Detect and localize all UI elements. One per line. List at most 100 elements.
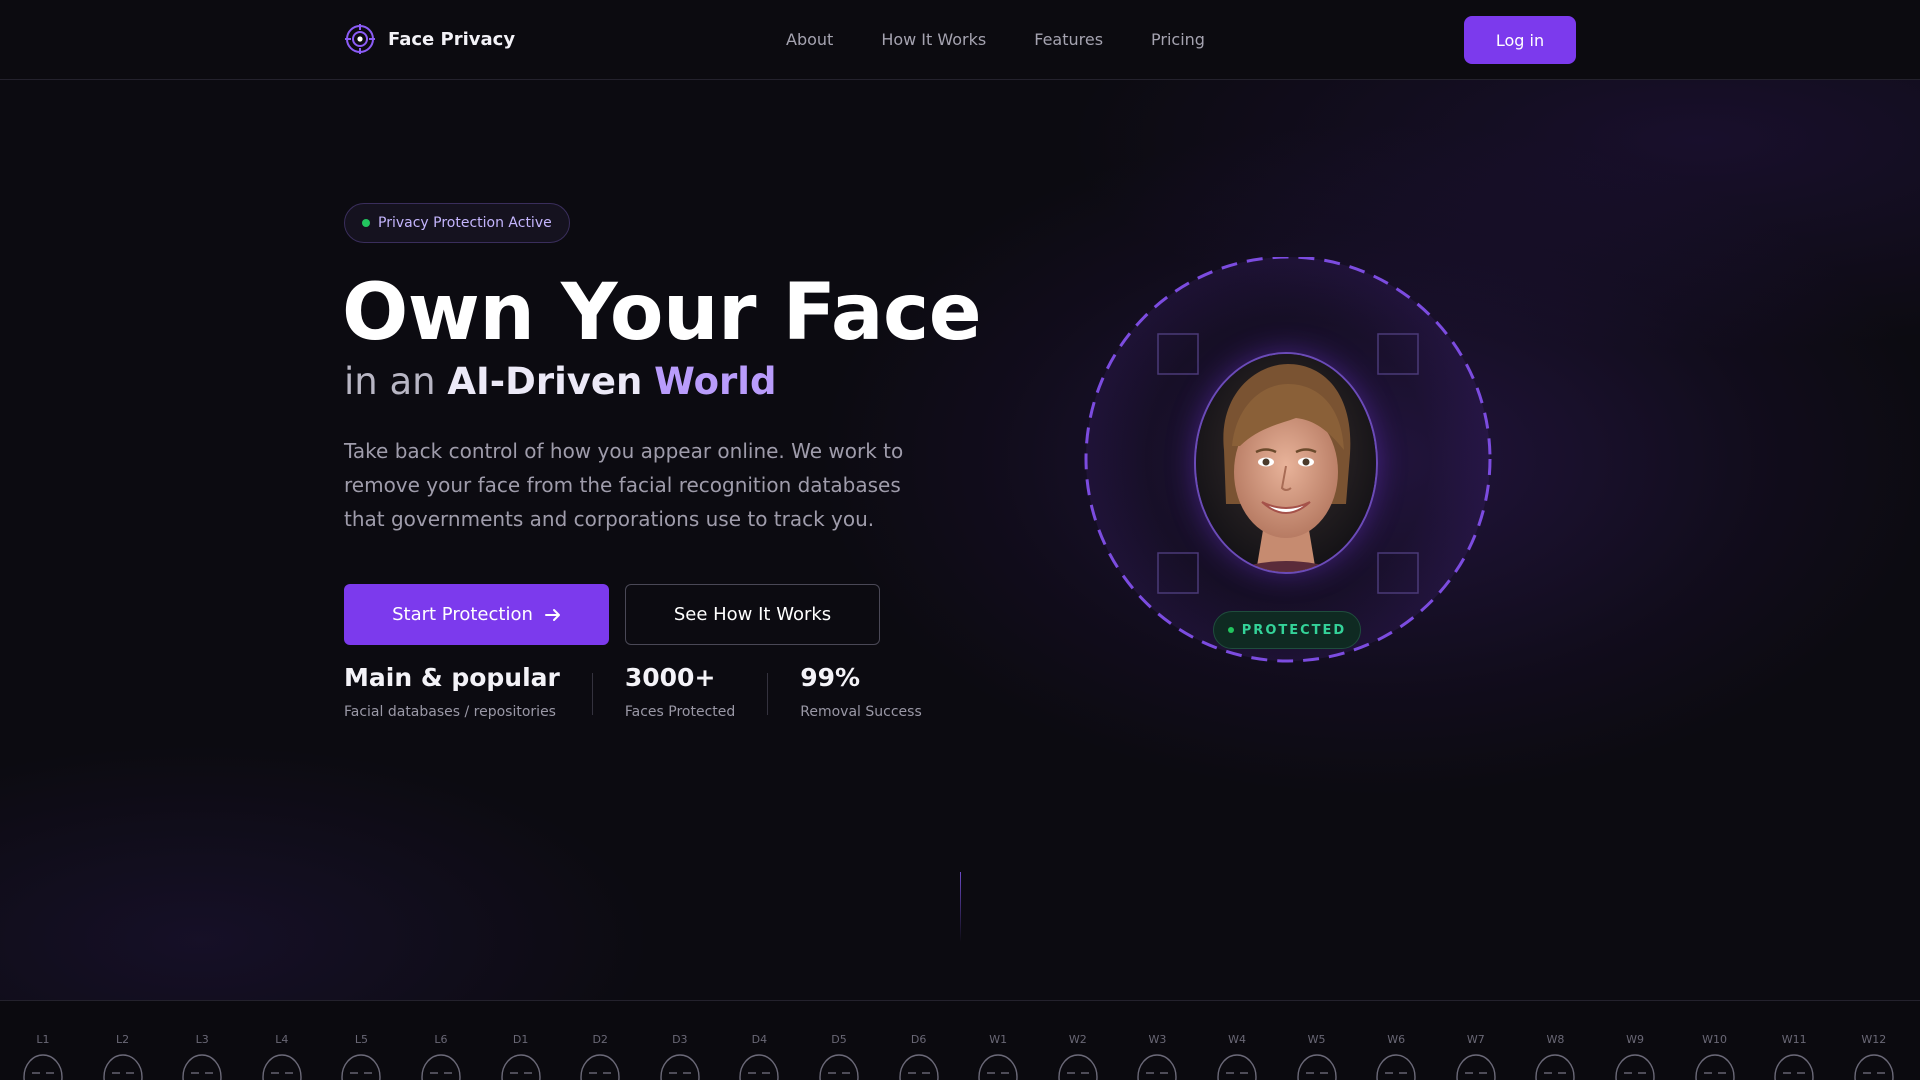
- stat-databases: Main & popular Facial databases / reposi…: [344, 663, 560, 720]
- face-pattern-label: W12: [1861, 1033, 1887, 1046]
- face-pattern-item: L1: [13, 1001, 73, 1080]
- target-logo-icon: [345, 24, 375, 54]
- face-outline-icon: [1535, 1054, 1576, 1080]
- face-pattern-label: W9: [1626, 1033, 1644, 1046]
- hero-subtitle: in an AI-Driven World: [344, 360, 776, 403]
- face-pattern-strip: L1 L2 L3 L4 L5 L6 D1 D2 D3 D4 D5 D6 W1 W2 W3 W4 W5 W6 W7 W8…: [0, 1000, 1920, 1080]
- face-pattern-item: D3: [650, 1001, 710, 1080]
- face-pattern-item: L3: [172, 1001, 232, 1080]
- face-pattern-item: W12: [1844, 1001, 1904, 1080]
- face-pattern-label: L2: [116, 1033, 130, 1046]
- face-outline-icon: [262, 1054, 302, 1080]
- stat-value: 3000+: [624, 663, 716, 692]
- face-pattern-item: W5: [1287, 1001, 1347, 1080]
- face-pattern-label: W7: [1466, 1033, 1485, 1046]
- face-pattern-item: W6: [1366, 1001, 1426, 1080]
- face-pattern-label: D1: [512, 1033, 529, 1046]
- stat-faces-protected: 3000+ Faces Protected: [625, 663, 735, 720]
- face-pattern-item: L2: [93, 1001, 153, 1080]
- face-pattern-label: D6: [910, 1033, 927, 1046]
- top-nav: Face Privacy About How It Works Features…: [0, 0, 1920, 80]
- nav-link-pricing[interactable]: Pricing: [1151, 30, 1205, 49]
- face-pattern-label: W5: [1307, 1033, 1326, 1046]
- face-pattern-label: W3: [1148, 1033, 1167, 1046]
- face-outline-icon: [1456, 1054, 1496, 1080]
- face-pattern-label: W8: [1546, 1033, 1565, 1046]
- face-pattern-label: W6: [1387, 1033, 1406, 1046]
- face-outline-icon: [978, 1054, 1018, 1080]
- face-outline-icon: [1217, 1054, 1257, 1080]
- face-outline-icon: [1058, 1054, 1098, 1080]
- face-pattern-item: D2: [570, 1001, 630, 1080]
- face-pattern-item: W7: [1446, 1001, 1506, 1080]
- face-pattern-item: W10: [1685, 1001, 1745, 1080]
- face-outline-icon: [898, 1054, 939, 1080]
- status-badge: Privacy Protection Active: [344, 203, 570, 243]
- login-button[interactable]: Log in: [1464, 16, 1576, 64]
- stat-label: Faces Protected: [624, 704, 736, 720]
- face-outline-icon: [1137, 1054, 1178, 1080]
- face-outline-icon: [23, 1054, 63, 1080]
- hero-subtitle-prefix: in an: [344, 360, 436, 403]
- hero-subtitle-strong: AI-Driven: [447, 360, 643, 403]
- background-glow: [0, 80, 1920, 1000]
- brand-name: Face Privacy: [388, 28, 516, 50]
- face-pattern-label: D2: [592, 1033, 608, 1046]
- nav-link-features[interactable]: Features: [1034, 30, 1103, 49]
- brand[interactable]: Face Privacy: [344, 23, 515, 55]
- nav-links: About How It Works Features Pricing: [786, 30, 1205, 49]
- face-outline-icon: [819, 1054, 859, 1080]
- face-pattern-label: L3: [195, 1033, 209, 1046]
- face-pattern-item: L6: [411, 1001, 471, 1080]
- see-how-it-works-label: See How It Works: [673, 604, 832, 625]
- face-outline-icon: [580, 1054, 620, 1080]
- hero-subtitle-accent: World: [654, 360, 777, 403]
- stat-value: 99%: [800, 663, 861, 692]
- face-pattern-item: D5: [809, 1001, 869, 1080]
- stat-divider: [767, 673, 769, 715]
- face-outline-icon: [1854, 1054, 1894, 1080]
- face-pattern-label: W1: [989, 1033, 1008, 1046]
- start-protection-button[interactable]: Start Protection: [344, 584, 609, 645]
- face-outline-icon: [500, 1054, 541, 1080]
- face-pattern-label: W10: [1702, 1033, 1728, 1046]
- stats-row: Main & popular Facial databases / reposi…: [344, 663, 922, 720]
- face-pattern-item: W1: [968, 1001, 1028, 1080]
- protected-status-pill: PROTECTED: [1213, 611, 1361, 649]
- face-pattern-label: W11: [1781, 1033, 1807, 1046]
- nav-link-about[interactable]: About: [786, 30, 833, 49]
- face-pattern-item: D6: [889, 1001, 949, 1080]
- face-pattern-item: W2: [1048, 1001, 1108, 1080]
- face-pattern-item: L4: [252, 1001, 312, 1080]
- face-pattern-label: W4: [1228, 1033, 1246, 1046]
- face-pattern-label: L1: [36, 1033, 50, 1046]
- stat-label: Facial databases / repositories: [344, 704, 556, 720]
- face-scanner: PROTECTED: [1080, 257, 1496, 673]
- face-pattern-item: W8: [1525, 1001, 1585, 1080]
- face-outline-icon: [1296, 1054, 1337, 1080]
- start-protection-label: Start Protection: [392, 604, 533, 625]
- stat-value: Main & popular: [344, 663, 560, 692]
- scroll-indicator: [960, 872, 961, 942]
- face-pattern-item: D1: [491, 1001, 551, 1080]
- status-badge-text: Privacy Protection Active: [378, 215, 552, 231]
- face-pattern-label: L4: [275, 1033, 289, 1046]
- face-outline-icon: [1694, 1054, 1735, 1080]
- face-outline-icon: [182, 1054, 222, 1080]
- face-pattern-item: W9: [1605, 1001, 1665, 1080]
- stat-divider: [591, 673, 593, 715]
- face-outline-icon: [660, 1054, 700, 1080]
- hero-title: Own Your Face: [342, 268, 982, 358]
- face-outline-icon: [421, 1054, 461, 1080]
- face-outline-icon: [341, 1054, 382, 1080]
- face-pattern-label: W2: [1068, 1033, 1087, 1046]
- face-outline-icon: [1376, 1054, 1416, 1080]
- stat-removal-success: 99% Removal Success: [800, 663, 921, 720]
- protected-status-text: PROTECTED: [1241, 622, 1347, 638]
- see-how-it-works-button[interactable]: See How It Works: [625, 584, 880, 645]
- face-pattern-item: W4: [1207, 1001, 1267, 1080]
- nav-link-how-it-works[interactable]: How It Works: [881, 30, 986, 49]
- face-pattern-label: D3: [672, 1033, 688, 1046]
- face-pattern-label: D4: [751, 1033, 768, 1046]
- face-pattern-item: W3: [1127, 1001, 1187, 1080]
